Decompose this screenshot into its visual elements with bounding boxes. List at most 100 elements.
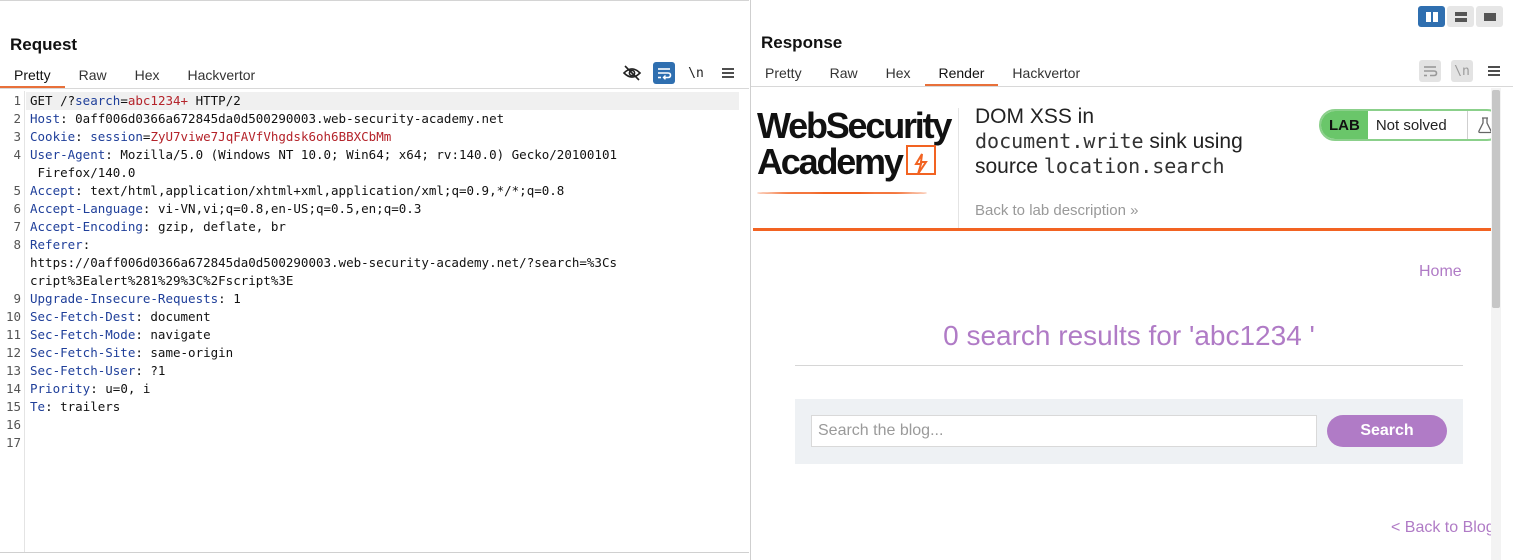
layout-side-by-side-icon[interactable] — [1418, 6, 1445, 27]
request-tab-raw[interactable]: Raw — [65, 63, 121, 89]
header-value: abc1234+ — [127, 93, 189, 108]
request-toolbar: \n — [621, 62, 739, 84]
line-number: 13 — [5, 363, 21, 378]
code-text: https://0aff006d0366a672845da0d500290003… — [30, 255, 617, 270]
hamburger-menu-icon[interactable] — [717, 62, 739, 84]
newline-toggle-button[interactable]: \n — [1451, 60, 1473, 82]
code-text: : — [82, 237, 91, 252]
code-text: : same-origin — [135, 345, 234, 360]
code-line: cript%3Ealert%281%29%3C%2Fscript%3E — [30, 273, 293, 288]
header-name: Accept — [30, 183, 76, 198]
request-title: Request — [10, 35, 78, 54]
response-tab-render[interactable]: Render — [924, 61, 999, 87]
lab-status-text: Not solved — [1375, 117, 1447, 134]
lab-status-badge: LAB Not solved — [1319, 109, 1501, 141]
logo-text-line1: WebSecurity — [757, 105, 952, 146]
logo-text-line2: Academy — [757, 141, 904, 182]
line-number: 8 — [13, 237, 21, 252]
line-number: 1 — [13, 93, 21, 108]
line-number: 3 — [13, 129, 21, 144]
layout-stacked-icon[interactable] — [1447, 6, 1474, 27]
layout-switcher — [1418, 6, 1503, 27]
render-scrollbar[interactable] — [1491, 88, 1501, 560]
code-text: : Mozilla/5.0 (Windows NT 10.0; Win64; x… — [105, 147, 618, 162]
lightning-bolt-icon — [905, 145, 936, 176]
code-line: Accept-Language: vi-VN,vi;q=0.8,en-US;q=… — [30, 201, 421, 216]
search-button[interactable]: Search — [1327, 415, 1447, 447]
line-number: 7 — [13, 219, 21, 234]
code-text: : gzip, deflate, br — [142, 219, 286, 234]
header-name: search — [75, 93, 121, 108]
request-editor[interactable]: 1 2 3 4 5 6 7 8 9 10 11 12 13 14 15 16 17 GET /?search=a… — [0, 91, 749, 553]
code-text: : document — [135, 309, 211, 324]
code-line: Sec-Fetch-Dest: document — [30, 309, 211, 324]
header-name: Sec-Fetch-Mode — [30, 327, 136, 342]
lab-label: LAB — [1321, 111, 1368, 139]
back-to-lab-description-link[interactable]: Back to lab description » — [975, 202, 1138, 219]
line-number: 6 — [13, 201, 21, 216]
response-tabs: Pretty Raw Hex Render Hackvertor — [751, 61, 1094, 87]
layout-tabs-icon[interactable] — [1476, 6, 1503, 27]
header-name: Cookie — [30, 129, 76, 144]
response-tab-hackvertor[interactable]: Hackvertor — [998, 61, 1094, 87]
code-text: : navigate — [135, 327, 211, 342]
wrap-lines-icon[interactable] — [1419, 60, 1441, 82]
header-name: Referer — [30, 237, 83, 252]
header-name: Priority — [30, 381, 91, 396]
burp-repeater: Request Pretty Raw Hex Hackvertor \n 123… — [0, 0, 1513, 560]
line-number: 4 — [13, 147, 21, 162]
header-name: Host — [30, 111, 61, 126]
line-number: 12 — [5, 345, 21, 360]
search-input[interactable] — [811, 415, 1317, 447]
code-line: Firefox/140.0 — [30, 165, 136, 180]
code-line: Upgrade-Insecure-Requests: 1 — [30, 291, 241, 306]
wrap-lines-icon[interactable] — [653, 62, 675, 84]
header-value: ZyU7viwe7JqFAVfVhgdsk6oh6BBXCbMm — [150, 129, 392, 144]
home-link[interactable]: Home — [1419, 263, 1462, 281]
code-text: cript%3Ealert%281%29%3C%2Fscript%3E — [30, 273, 294, 288]
code-line: https://0aff006d0366a672845da0d500290003… — [30, 255, 617, 270]
code-line: Cookie: session=ZyU7viwe7JqFAVfVhgdsk6oh… — [30, 129, 391, 144]
hide-eye-icon[interactable] — [621, 62, 643, 84]
header-name: Sec-Fetch-User — [30, 363, 136, 378]
back-to-blog-link[interactable]: < Back to Blog — [1391, 519, 1495, 537]
code-line: Sec-Fetch-Site: same-origin — [30, 345, 233, 360]
request-tab-divider — [0, 88, 749, 89]
rendered-page: WebSecurity Academy DOM XSS in document.… — [753, 88, 1501, 560]
code-line: Te: trailers — [30, 399, 120, 414]
code-text: : u=0, i — [90, 381, 151, 396]
response-pane: Response Pretty Raw Hex Render Hackverto… — [750, 0, 1513, 560]
response-tab-hex[interactable]: Hex — [872, 61, 925, 87]
header-name: Sec-Fetch-Site — [30, 345, 136, 360]
line-number: 14 — [5, 381, 21, 396]
code-text: = — [120, 93, 128, 108]
request-tab-hex[interactable]: Hex — [121, 63, 174, 89]
code-line: Accept: text/html,application/xhtml+xml,… — [30, 183, 564, 198]
newline-toggle-button[interactable]: \n — [685, 62, 707, 84]
code-line: User-Agent: Mozilla/5.0 (Windows NT 10.0… — [30, 147, 617, 162]
code-text: GET /? — [30, 93, 76, 108]
request-tab-pretty[interactable]: Pretty — [0, 63, 65, 89]
code-text: : 0aff006d0366a672845da0d500290003.web-s… — [60, 111, 505, 126]
hamburger-menu-icon[interactable] — [1483, 60, 1505, 82]
request-pane: Request Pretty Raw Hex Hackvertor \n 123… — [0, 0, 749, 560]
web-security-academy-logo[interactable]: WebSecurity Academy — [757, 105, 957, 194]
code-text: : trailers — [45, 399, 121, 414]
search-form: Search — [795, 399, 1463, 464]
request-tab-hackvertor[interactable]: Hackvertor — [174, 63, 270, 89]
scrollbar-thumb[interactable] — [1492, 90, 1500, 308]
code-text: : vi-VN,vi;q=0.8,en-US;q=0.5,en;q=0.3 — [142, 201, 422, 216]
code-line: Host: 0aff006d0366a672845da0d500290003.w… — [30, 111, 504, 126]
code-text: : ?1 — [135, 363, 166, 378]
response-tab-pretty[interactable]: Pretty — [751, 61, 816, 87]
code-text: : text/html,application/xhtml+xml,applic… — [75, 183, 565, 198]
lab-title: DOM XSS in document.write sink using sou… — [975, 105, 1243, 178]
header-name: Upgrade-Insecure-Requests — [30, 291, 219, 306]
line-number: 9 — [13, 291, 21, 306]
line-number: 16 — [5, 417, 21, 432]
code-text: Firefox/140.0 — [30, 165, 136, 180]
code-text: : — [75, 129, 91, 144]
header-orange-rule — [753, 228, 1501, 231]
line-number: 2 — [13, 111, 21, 126]
response-tab-raw[interactable]: Raw — [816, 61, 872, 87]
